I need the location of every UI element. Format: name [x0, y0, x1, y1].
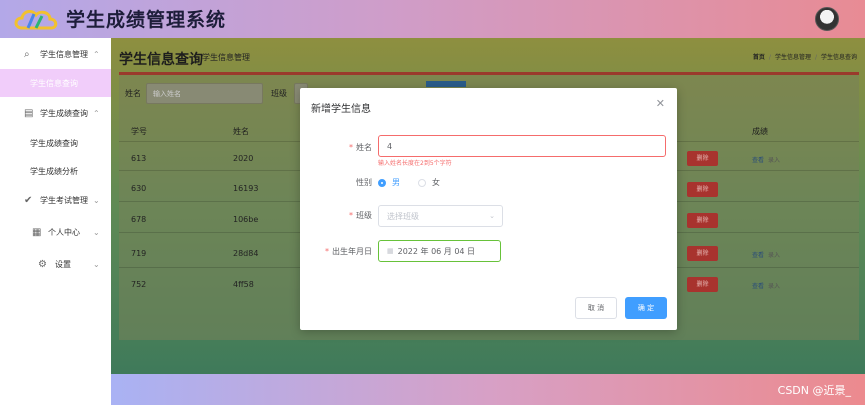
- sidebar-group-exam-manage[interactable]: ✔ 学生考试管理 ⌄: [0, 186, 111, 214]
- sidebar-group-label: 设置: [55, 259, 71, 269]
- filter-name-label: 姓名: [125, 89, 141, 98]
- page-title: 学生信息查询: [119, 52, 203, 68]
- search-icon: ⌕: [24, 48, 30, 60]
- table-cell-id: 719: [131, 249, 147, 258]
- enter-link[interactable]: 录入: [768, 250, 780, 259]
- sidebar-group-student-info[interactable]: ⌕ 学生信息管理 ⌃: [0, 40, 111, 68]
- view-link[interactable]: 查看: [752, 155, 764, 164]
- name-input[interactable]: 4: [378, 135, 666, 157]
- chevron-down-icon: ⌄: [93, 195, 100, 205]
- name-input-value: 4: [387, 141, 393, 151]
- name-error-message: 输入姓名长度在2到5个字符: [378, 160, 452, 167]
- radio-dot-icon: [418, 178, 426, 187]
- sidebar-item-label: 学生成绩查询: [30, 138, 78, 148]
- table-cell-name: 16193: [233, 184, 259, 193]
- filter-name-input[interactable]: 输入姓名: [146, 83, 263, 104]
- label-text: 班级: [356, 211, 372, 220]
- sidebar-item-score-analysis[interactable]: 学生成绩分析: [0, 157, 111, 185]
- table-cell-id: 678: [131, 215, 147, 224]
- table-cell-id: 630: [131, 184, 147, 193]
- delete-button[interactable]: 删除: [687, 151, 718, 166]
- table-cell-id: 613: [131, 154, 147, 163]
- name-field-label: * 姓名: [349, 143, 372, 152]
- radio-label: 男: [392, 178, 400, 187]
- table-cell-name: 106be: [233, 215, 259, 224]
- sidebar-group-label: 学生考试管理: [40, 195, 88, 205]
- breadcrumb-home[interactable]: 首页: [753, 54, 765, 61]
- chevron-up-icon: ⌃: [93, 49, 100, 59]
- table-cell-name: 2020: [233, 154, 254, 163]
- label-text: 出生年月日: [332, 247, 372, 256]
- sidebar-group-label: 学生信息管理: [40, 49, 88, 59]
- delete-button[interactable]: 删除: [687, 277, 718, 292]
- filter-class-label: 班级: [271, 89, 287, 98]
- class-field-label: * 班级: [349, 211, 372, 220]
- document-icon: ▤: [24, 107, 34, 119]
- gender-field-label: 性别: [356, 178, 372, 187]
- sidebar-item-student-info-query[interactable]: 学生信息查询: [0, 69, 111, 97]
- enter-link[interactable]: 录入: [768, 281, 780, 290]
- add-student-dialog: 新增学生信息 ✕ * 姓名 4 输入姓名长度在2到5个字符 性别 男 女 * 班级 …: [300, 88, 677, 330]
- delete-button[interactable]: 删除: [687, 182, 718, 197]
- view-link[interactable]: 查看: [752, 281, 764, 290]
- sidebar: ⌕ 学生信息管理 ⌃ 学生信息查询 ▤ 学生成绩查询 ⌃ 学生成绩查询 学生成绩…: [0, 38, 111, 405]
- sidebar-group-label: 个人中心: [48, 227, 80, 237]
- sidebar-item-score-query[interactable]: 学生成绩查询: [0, 129, 111, 157]
- radio-dot-icon: [378, 178, 386, 187]
- confirm-button[interactable]: 确 定: [625, 297, 667, 319]
- view-link[interactable]: 查看: [752, 250, 764, 259]
- radio-label: 女: [432, 178, 440, 187]
- sidebar-group-label: 学生成绩查询: [40, 108, 88, 118]
- dialog-title: 新增学生信息: [311, 104, 371, 115]
- breadcrumb-item[interactable]: 学生信息管理: [775, 54, 811, 61]
- user-avatar[interactable]: [815, 7, 839, 31]
- chevron-down-icon: ⌄: [93, 259, 100, 269]
- column-header-score: 成绩: [752, 127, 768, 136]
- footer: CSDN @近景_: [111, 374, 865, 405]
- gender-radio-female[interactable]: 女: [418, 177, 440, 188]
- search-button[interactable]: [426, 81, 466, 87]
- birth-date-picker[interactable]: ▦ 2022 年 06 月 04 日: [378, 240, 501, 262]
- enter-link[interactable]: 录入: [768, 155, 780, 164]
- calendar-icon: ▦: [387, 247, 394, 255]
- sidebar-item-label: 学生成绩分析: [30, 166, 78, 176]
- column-header-id: 学号: [131, 127, 147, 136]
- grid-icon: ▦: [32, 226, 42, 238]
- chevron-down-icon: ⌄: [93, 227, 100, 237]
- top-header: 学生成绩管理系统: [0, 0, 865, 38]
- gender-radio-male[interactable]: 男: [378, 177, 400, 188]
- watermark: CSDN @近景_: [777, 384, 851, 397]
- birth-date-value: 2022 年 06 月 04 日: [397, 246, 476, 256]
- table-cell-name: 28d84: [233, 249, 259, 258]
- app-title: 学生成绩管理系统: [66, 9, 227, 31]
- cancel-button[interactable]: 取 消: [575, 297, 617, 319]
- gear-icon: ⚙: [38, 258, 47, 270]
- cloud-logo-icon: [14, 9, 58, 30]
- delete-button[interactable]: 删除: [687, 213, 718, 228]
- breadcrumb-current: 学生信息查询: [820, 54, 857, 61]
- sidebar-item-label: 学生信息查询: [30, 78, 78, 88]
- sidebar-group-personal-center[interactable]: ▦ 个人中心 ⌄: [0, 218, 111, 246]
- class-select-placeholder: 选择班级: [387, 211, 419, 221]
- sidebar-group-score-query[interactable]: ▤ 学生成绩查询 ⌃: [0, 99, 111, 127]
- chevron-down-icon: ⌄: [489, 212, 495, 220]
- delete-button[interactable]: 删除: [687, 246, 718, 261]
- column-header-name: 姓名: [233, 127, 249, 136]
- table-cell-id: 752: [131, 280, 147, 289]
- class-select[interactable]: 选择班级 ⌄: [378, 205, 503, 227]
- breadcrumb: 首页 / 学生信息管理 / 学生信息查询: [752, 54, 857, 61]
- check-circle-icon: ✔: [24, 194, 33, 206]
- page-subtitle: 学生信息管理: [202, 53, 250, 62]
- birth-field-label: * 出生年月日: [325, 247, 372, 256]
- chevron-up-icon: ⌃: [93, 108, 100, 118]
- label-text: 姓名: [356, 143, 372, 152]
- close-icon[interactable]: ✕: [656, 97, 665, 110]
- table-cell-name: 4ff58: [233, 280, 254, 289]
- sidebar-group-settings[interactable]: ⚙ 设置 ⌄: [0, 250, 111, 278]
